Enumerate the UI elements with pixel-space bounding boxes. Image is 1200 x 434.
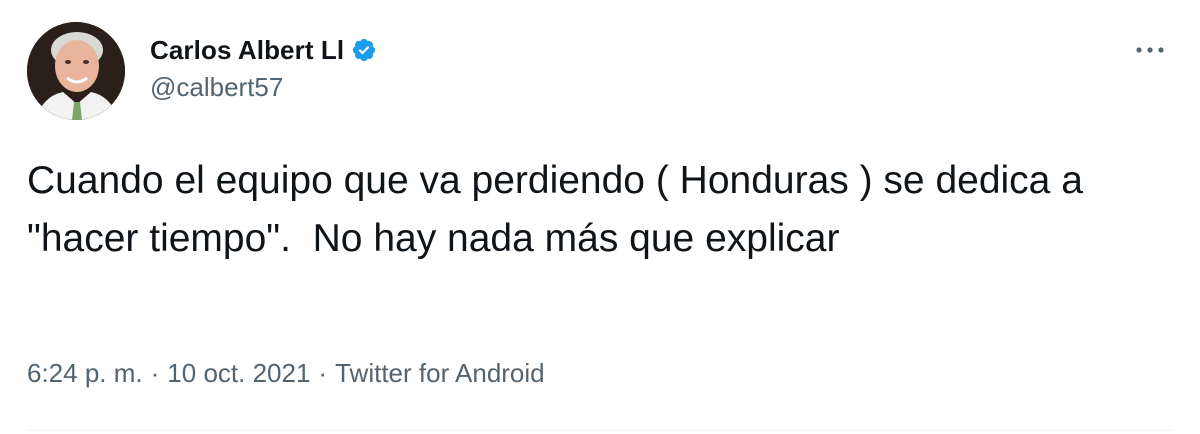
author-avatar[interactable] — [27, 22, 125, 120]
author-display-name[interactable]: Carlos Albert Ll — [150, 35, 344, 66]
divider — [27, 430, 1173, 431]
tweet-time[interactable]: 6:24 p. m. — [27, 358, 143, 389]
tweet-text: Cuando el equipo que va perdiendo ( Hond… — [27, 159, 1094, 260]
tweet-card: Carlos Albert Ll @calbert57 Cuando el eq… — [0, 0, 1200, 434]
tweet-metadata: 6:24 p. m. · 10 oct. 2021 · Twitter for … — [27, 358, 545, 389]
author-info: Carlos Albert Ll @calbert57 — [150, 32, 377, 103]
author-name-row: Carlos Albert Ll — [150, 32, 377, 68]
author-handle[interactable]: @calbert57 — [150, 72, 377, 103]
more-options-button[interactable] — [1130, 30, 1170, 70]
more-horizontal-icon — [1136, 47, 1164, 53]
tweet-source-link[interactable]: Twitter for Android — [335, 358, 545, 389]
verified-badge-icon — [351, 37, 377, 63]
meta-separator: · — [318, 358, 328, 388]
meta-separator: · — [150, 358, 160, 388]
tweet-date[interactable]: 10 oct. 2021 — [167, 358, 310, 389]
avatar-image — [27, 22, 125, 120]
